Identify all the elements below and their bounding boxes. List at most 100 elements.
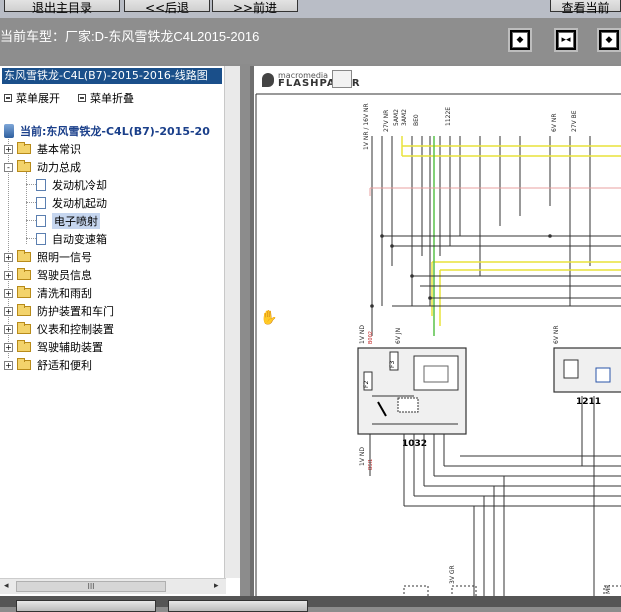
next-page-button[interactable]: ◆ xyxy=(597,28,621,52)
collapse-all-button[interactable]: 菜单折叠 xyxy=(78,90,134,106)
svg-text:1V ND: 1V ND xyxy=(359,325,366,344)
svg-text:3AM2: 3AM2 xyxy=(401,109,408,126)
svg-text:BSI1: BSI1 xyxy=(368,459,374,470)
tree-item-label: 动力总成 xyxy=(37,161,81,174)
tree-item-wash-wipe[interactable]: + 清洗和雨刮 xyxy=(4,284,92,302)
scroll-thumb[interactable]: III xyxy=(16,581,166,592)
component-1032-label: 1032 xyxy=(402,439,427,449)
document-icon xyxy=(36,179,46,191)
svg-text:1V ND: 1V ND xyxy=(359,447,366,466)
svg-text:BE0: BE0 xyxy=(413,114,420,126)
svg-text:1V NR / 16V NR: 1V NR / 16V NR xyxy=(363,103,370,150)
folder-icon xyxy=(17,142,31,154)
expand-toggle-icon[interactable]: + xyxy=(4,324,13,334)
tree-item-label: 防护装置和车门 xyxy=(37,305,114,318)
tree-item-label: 清洗和雨刮 xyxy=(37,287,92,300)
svg-text:F3: F3 xyxy=(389,361,396,368)
component-1211-label: 1211 xyxy=(576,397,601,407)
expand-toggle-icon[interactable]: + xyxy=(4,252,13,262)
pane-splitter[interactable] xyxy=(240,66,250,596)
scroll-left-icon[interactable]: ◂ xyxy=(4,581,9,591)
svg-text:5AM2: 5AM2 xyxy=(393,109,400,126)
component-1032: F3 F2 xyxy=(357,347,467,435)
expand-all-label: 菜单展开 xyxy=(16,92,60,105)
tree-item-label: 仪表和控制装置 xyxy=(37,323,114,336)
expand-toggle-icon[interactable]: + xyxy=(4,360,13,370)
tree-item-electronic-injection[interactable]: 电子喷射 xyxy=(32,212,100,230)
fit-width-button[interactable]: ▸◂ xyxy=(554,28,578,52)
folder-icon xyxy=(17,286,31,298)
tree-item-label: 驾驶员信息 xyxy=(37,269,92,282)
document-viewer: macromedia FLASHPAPER 1V NR / 16V NR 27V… xyxy=(250,66,621,596)
tree-item-lighting-signal[interactable]: + 照明一信号 xyxy=(4,248,92,266)
forward-button[interactable]: >>前进 xyxy=(212,0,298,15)
document-icon xyxy=(36,233,46,245)
document-icon xyxy=(36,215,46,227)
svg-text:3V GR: 3V GR xyxy=(449,565,456,584)
svg-text:B002: B002 xyxy=(368,331,374,344)
svg-text:6V JN: 6V JN xyxy=(395,328,402,344)
tree-title: 东风雪铁龙-C4L(B7)-2015-2016-线路图 xyxy=(2,68,222,84)
fit-page-icon: ◆ xyxy=(512,32,528,48)
tree-item-label: 自动变速箱 xyxy=(52,233,107,246)
tree-vertical-scrollbar[interactable] xyxy=(224,66,240,578)
tree-item-engine-start[interactable]: 发动机起动 xyxy=(32,194,107,212)
tree-line xyxy=(26,172,27,244)
collapse-all-label: 菜单折叠 xyxy=(90,92,134,105)
tree-item-label: 发动机冷却 xyxy=(52,179,107,192)
expand-toggle-icon[interactable]: + xyxy=(4,270,13,280)
tree-item-automatic-transmission[interactable]: 自动变速箱 xyxy=(32,230,107,248)
tree-item-label: 发动机起动 xyxy=(52,197,107,210)
expand-toggle-icon[interactable]: + xyxy=(4,144,13,154)
tree-item-driving-assist[interactable]: + 驾驶辅助装置 xyxy=(4,338,103,356)
svg-text:27V NR: 27V NR xyxy=(383,110,390,132)
bottom-button-left[interactable] xyxy=(16,600,156,612)
tree-item-comfort[interactable]: + 舒适和便利 xyxy=(4,356,92,374)
exit-main-menu-button[interactable]: 退出主目录 xyxy=(4,0,120,15)
tree-item-driver-info[interactable]: + 驾驶员信息 xyxy=(4,266,92,284)
svg-text:1122E: 1122E xyxy=(445,107,452,126)
hand-cursor-icon: ✋ xyxy=(260,310,278,326)
scroll-right-icon[interactable]: ▸ xyxy=(214,581,219,591)
folder-icon xyxy=(17,250,31,262)
folder-open-icon xyxy=(17,160,31,172)
wiring-diagram: 1V NR / 16V NR 27V NR 27V BE 6V NR 5AM2 … xyxy=(255,93,621,596)
tree-item-label: 电子喷射 xyxy=(52,213,100,229)
view-current-button[interactable]: 查看当前 xyxy=(550,0,621,15)
svg-text:27V BE: 27V BE xyxy=(571,110,578,132)
expand-toggle-icon[interactable]: + xyxy=(4,306,13,316)
bottom-button-right[interactable] xyxy=(168,600,308,612)
tree-pane: 东风雪铁龙-C4L(B7)-2015-2016-线路图 菜单展开 菜单折叠 当前… xyxy=(0,66,240,596)
tree-item-label: 舒适和便利 xyxy=(37,359,92,372)
fit-page-button[interactable]: ◆ xyxy=(508,28,532,52)
top-toolbar: 退出主目录 <<后退 >>前进 查看当前 xyxy=(0,0,621,18)
tree-item-label: 基本常识 xyxy=(37,143,81,156)
expand-all-button[interactable]: 菜单展开 xyxy=(4,90,60,106)
fit-width-icon: ▸◂ xyxy=(558,32,574,48)
folder-icon xyxy=(17,322,31,334)
svg-text:6V NR: 6V NR xyxy=(551,114,558,133)
expand-toggle-icon[interactable]: + xyxy=(4,288,13,298)
folder-icon xyxy=(17,340,31,352)
next-page-icon: ◆ xyxy=(601,32,617,48)
database-icon xyxy=(4,124,14,138)
tree-item-protection-doors[interactable]: + 防护装置和车门 xyxy=(4,302,114,320)
wiring-diagram-page[interactable]: macromedia FLASHPAPER 1V NR / 16V NR 27V… xyxy=(254,66,621,596)
current-car-label: 当前车型：厂家:D-东风雪铁龙C4L2015-2016 xyxy=(0,29,260,44)
tree-item-engine-cooling[interactable]: 发动机冷却 xyxy=(32,176,107,194)
collapse-all-icon xyxy=(78,94,86,102)
tree-horizontal-scrollbar[interactable]: ◂ III ▸ xyxy=(0,578,226,594)
tree-current-node[interactable]: 当前:东风雪铁龙-C4L(B7)-2015-20 xyxy=(4,122,210,140)
expand-all-icon xyxy=(4,94,12,102)
expand-toggle-icon[interactable]: + xyxy=(4,342,13,352)
folder-icon xyxy=(17,268,31,280)
tree-item-powertrain[interactable]: - 动力总成 xyxy=(4,158,81,176)
component-1211 xyxy=(553,347,621,393)
tree-item-basics[interactable]: + 基本常识 xyxy=(4,140,81,158)
collapse-toggle-icon[interactable]: - xyxy=(4,162,13,172)
document-icon xyxy=(36,197,46,209)
tree-item-instruments-controls[interactable]: + 仪表和控制装置 xyxy=(4,320,114,338)
back-button[interactable]: <<后退 xyxy=(124,0,210,15)
folder-icon xyxy=(17,304,31,316)
tree-item-label: 照明一信号 xyxy=(37,251,92,264)
